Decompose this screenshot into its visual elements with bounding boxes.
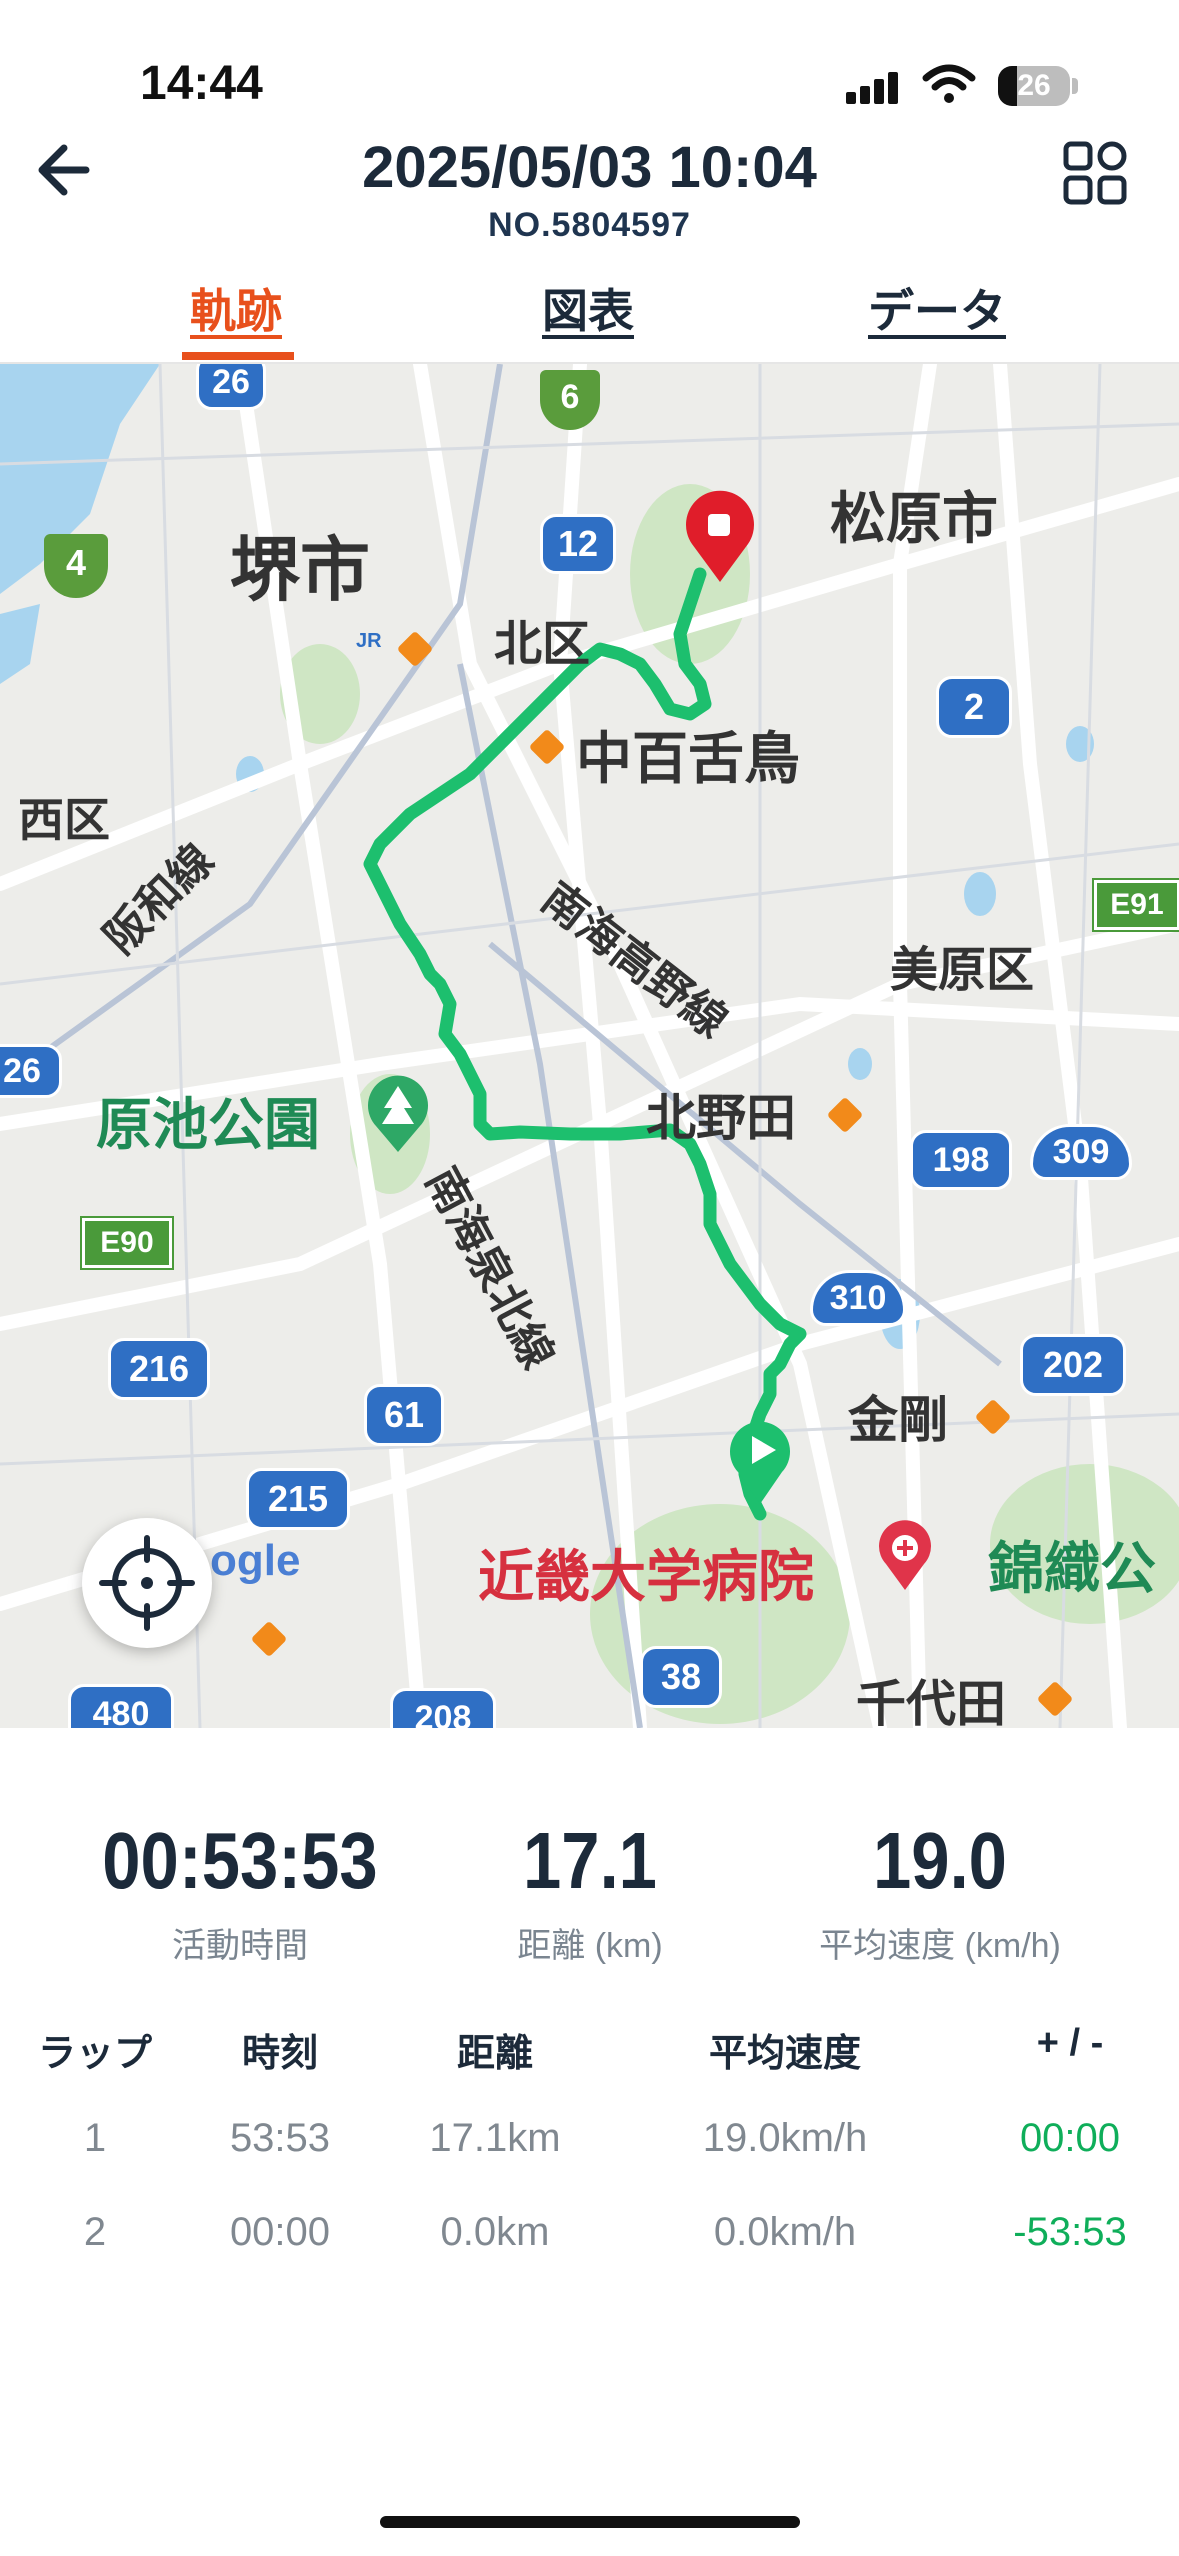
map-label-kitanoda: 北野田 [646,1090,796,1146]
lap-cell-diff: -53:53 [1013,2210,1127,2254]
map-label-haraike-park: 原池公園 [96,1093,320,1156]
lap-header-lap: ラップ [37,2033,152,2075]
map-label-kita-ku: 北区 [494,618,591,671]
lap-cell-number: 2 [83,2210,107,2254]
lap-cell-speed: 19.0km/h [702,2116,868,2160]
lap-cell-time: 00:00 [229,2210,331,2254]
route-shield: 198 [910,1130,1012,1190]
route-shield: 26 [196,364,266,410]
lap-header-distance: 距離 [456,2033,533,2075]
tab-track[interactable]: 軌跡 [190,275,282,341]
route-shield: 208 [390,1688,496,1728]
route-shield: 310 [810,1270,906,1326]
lap-header-time: 時刻 [241,2033,318,2075]
google-logo: ogle [210,1536,301,1585]
route-shield: 216 [108,1338,210,1400]
wifi-icon [922,64,976,109]
lap-cell-diff: 00:00 [1019,2116,1121,2160]
stat-duration-value: 00:53:53 [102,1816,378,1905]
route-shield: 26 [0,1044,62,1098]
lap-cell-number: 1 [83,2116,107,2160]
grid-icon [1063,141,1127,205]
route-shield: E90 [80,1216,174,1270]
route-shield: 215 [246,1468,350,1530]
map-label-mihara: 美原区 [890,944,1035,997]
stat-distance-label: 距離 (km) [517,1927,663,1965]
lap-header-diff: + / - [1036,2022,1104,2064]
crosshair-icon [99,1535,195,1631]
battery-level: 26 [1017,69,1051,102]
route-shield: 202 [1020,1334,1126,1396]
route-shield: 38 [640,1646,722,1708]
battery-cap [1072,78,1078,94]
cellular-signal-icon [846,68,906,104]
menu-button[interactable] [1060,138,1130,208]
map-label-chiyoda: 千代田 [856,1676,1006,1728]
status-time: 14:44 [140,57,263,110]
locate-button[interactable] [82,1518,212,1648]
tab-indicator [182,352,294,360]
hospital-icon [879,1520,932,1590]
route-shield: E91 [1092,878,1179,932]
map-label-kongo: 金剛 [848,1392,948,1448]
tab-data[interactable]: データ [868,275,1006,341]
route-shield: 4 [44,534,108,598]
route-shield: 6 [540,370,600,430]
home-indicator[interactable] [380,2516,800,2528]
page-title: 2025/05/03 10:04 [362,135,817,200]
map-label-sakai: 堺市 [230,531,370,609]
start-marker-icon [730,1421,790,1504]
lap-cell-distance: 0.0km [440,2210,550,2254]
stat-duration-label: 活動時間 [172,1927,308,1965]
battery-icon: 26 [998,66,1070,106]
route-shield: 309 [1030,1124,1132,1180]
map-label-nakamozu: 中百舌鳥 [576,727,800,790]
map-label-kindai-hospital: 近畿大学病院 [478,1545,814,1608]
route-shield: 61 [364,1384,444,1446]
map-label-nishiki: 錦織公 [988,1537,1156,1600]
activity-number: NO.5804597 [488,206,691,244]
stat-distance-value: 17.1 [523,1816,657,1905]
lap-cell-time: 53:53 [229,2116,331,2160]
map-label-nishi-ku: 西区 [18,794,110,846]
jr-station-mark: JR [356,630,382,652]
route-shield: 2 [936,676,1012,738]
stat-speed-label: 平均速度 (km/h) [819,1927,1061,1965]
lap-cell-speed: 0.0km/h [713,2210,857,2254]
map-label-matsubara: 松原市 [830,487,998,550]
lap-cell-distance: 17.1km [429,2116,561,2160]
route-shield: 12 [540,514,616,574]
route-shield: 480 [68,1684,174,1728]
tab-chart[interactable]: 図表 [542,275,634,341]
lap-header-speed: 平均速度 [708,2033,861,2075]
stat-speed-value: 19.0 [873,1816,1007,1905]
